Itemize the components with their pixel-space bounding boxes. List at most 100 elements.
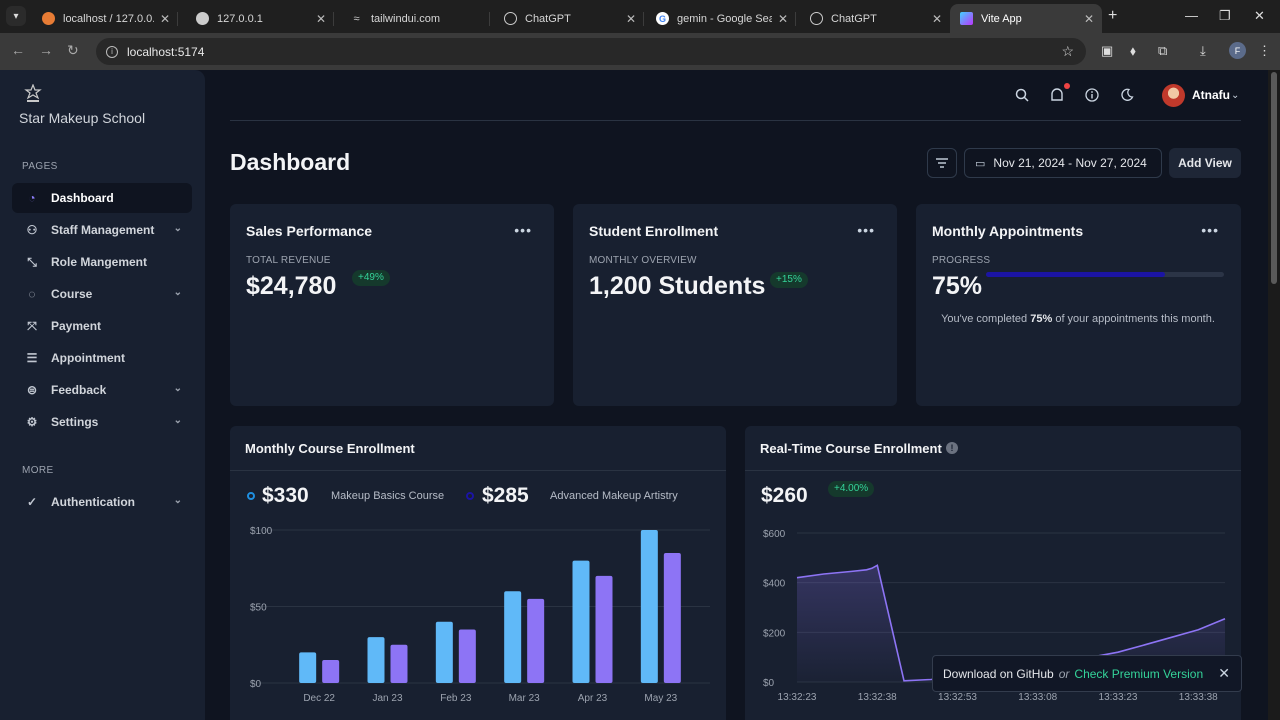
extensions-puzzle-icon[interactable]: ⧉ [1158,43,1167,59]
info-icon[interactable]: ! [946,442,958,454]
back-icon[interactable]: ← [11,42,25,58]
page-scrollbar[interactable] [1268,70,1280,720]
brand-name[interactable]: Star Makeup School [19,110,145,126]
close-icon[interactable]: ✕ [1218,665,1230,682]
sidebar-item-payment[interactable]: ⤧ Payment [12,311,192,341]
vite-icon [960,12,973,25]
close-tab-icon[interactable]: ✕ [1084,12,1094,26]
sidebar-item-label: Feedback [51,383,107,397]
feedback-icon: ⊜ [26,383,38,397]
add-view-button[interactable]: Add View [1169,148,1241,178]
browser-tab[interactable]: ≈ tailwindui.com [340,4,490,33]
bookmark-star-icon[interactable]: ☆ [1061,43,1074,60]
scrollbar-thumb[interactable] [1271,72,1277,284]
download-ext-icon[interactable]: ▣ [1101,43,1113,59]
realtime-value: $260 [761,484,808,507]
card-label: PROGRESS [932,255,991,266]
restore-icon[interactable]: ❐ [1219,8,1231,24]
tab-title: 127.0.0.1 [217,12,263,25]
card-title: Student Enrollment [589,223,719,239]
y-tick-label: $400 [763,579,786,590]
calendar-icon: ▭ [975,157,986,170]
card-value: 1,200 Students [589,272,766,300]
sidebar-item-label: Dashboard [51,191,114,205]
card-value: $24,780 [246,272,337,300]
appointment-icon: ☰ [26,351,38,365]
sidebar-item-label: Staff Management [51,223,155,237]
search-icon[interactable] [1015,88,1029,105]
close-tab-icon[interactable]: ✕ [932,12,942,26]
course-icon: ◌ [28,287,36,301]
x-tick-label: Feb 23 [440,693,472,704]
browser-tab[interactable]: localhost / 127.0.0.1 | p ✕ [32,4,178,33]
settings-icon: ⚙ [26,415,38,429]
close-tab-icon[interactable]: ✕ [316,12,326,26]
sidebar-item-role-management[interactable]: ⤡ Role Mangement [12,247,192,277]
filter-button[interactable] [927,148,957,178]
x-tick-label: May 23 [644,693,677,704]
sidebar-item-appointment[interactable]: ☰ Appointment [12,343,192,373]
extension-icon[interactable]: ⬧ [1130,43,1136,59]
sidebar-item-feedback[interactable]: ⊜ Feedback ⌄ [12,375,192,405]
role-icon: ⤡ [27,254,37,269]
premium-version-link[interactable]: Check Premium Version [1074,667,1203,681]
forward-icon[interactable]: → [39,42,53,58]
chevron-down-icon: ⌄ [173,223,182,234]
user-name[interactable]: Atnafu [1192,88,1230,102]
sidebar-item-label: Settings [51,415,99,429]
appointments-progress-bar [986,272,1224,277]
openai-icon [810,12,823,25]
sidebar-item-authentication[interactable]: ✓ Authentication ⌄ [12,487,192,517]
close-tab-icon[interactable]: ✕ [778,12,788,26]
sidebar-item-label: Role Mangement [51,255,148,269]
browser-profile-avatar[interactable]: F [1229,42,1246,59]
site-info-icon[interactable]: i [106,45,118,58]
y-tick-label: $0 [763,678,775,689]
chevron-down-icon[interactable]: ⌄ [1231,90,1239,101]
minimize-icon[interactable]: — [1185,8,1198,23]
avatar[interactable] [1162,84,1185,107]
theme-toggle-icon[interactable] [1120,88,1134,105]
browser-tab[interactable]: ChatGPT ✕ [494,4,644,33]
bar [527,598,545,683]
browser-tab[interactable]: ChatGPT ✕ [800,4,950,33]
bar [390,644,408,683]
brand-logo-icon [24,83,42,104]
tab-title: ChatGPT [525,12,571,25]
x-tick-label: Mar 23 [509,693,541,704]
tab-search-menu-icon[interactable]: ▾ [6,6,26,26]
notification-icon[interactable] [1050,88,1065,105]
more-options-icon[interactable]: ••• [857,222,875,238]
x-tick-label: 13:33:23 [1099,692,1138,703]
tab-title: Vite App [981,12,1022,25]
x-tick-label: 13:32:23 [778,692,817,703]
legend-marker [466,492,474,500]
downloads-icon[interactable]: ⤓ [1200,43,1206,59]
date-range-picker[interactable]: ▭ Nov 21, 2024 - Nov 27, 2024 [964,148,1162,178]
sidebar-item-label: Payment [51,319,102,333]
sidebar-item-staff-management[interactable]: ⚇ Staff Management ⌄ [12,215,192,245]
browser-menu-icon[interactable]: ⋮ [1258,43,1271,59]
download-github-link[interactable]: Download on GitHub [943,667,1054,681]
x-tick-label: 13:33:08 [1018,692,1057,703]
reload-icon[interactable]: ↻ [67,42,79,59]
sidebar: Star Makeup School PAGES ◔ Dashboard ⚇ S… [0,70,205,720]
close-tab-icon[interactable]: ✕ [160,12,170,26]
more-options-icon[interactable]: ••• [514,222,532,238]
more-options-icon[interactable]: ••• [1201,222,1219,238]
x-tick-label: 13:33:38 [1179,692,1218,703]
window-close-icon[interactable]: ✕ [1254,8,1265,24]
phpmyadmin-icon [42,12,55,25]
sidebar-item-settings[interactable]: ⚙ Settings ⌄ [12,407,192,437]
sidebar-item-dashboard[interactable]: ◔ Dashboard [12,183,192,213]
section-label-more: MORE [22,465,54,476]
close-tab-icon[interactable]: ✕ [626,12,636,26]
browser-tab[interactable]: 127.0.0.1 ✕ [186,4,334,33]
browser-tab-active[interactable]: Vite App ✕ [950,4,1102,33]
browser-tab[interactable]: G gemin - Google Search ✕ [646,4,796,33]
new-tab-icon[interactable]: + [1108,7,1117,25]
sidebar-item-course[interactable]: ◌ Course ⌄ [12,279,192,309]
change-badge: +49% [352,270,390,286]
info-icon[interactable] [1085,88,1099,105]
address-bar[interactable]: i localhost:5174 ☆ [96,38,1086,65]
